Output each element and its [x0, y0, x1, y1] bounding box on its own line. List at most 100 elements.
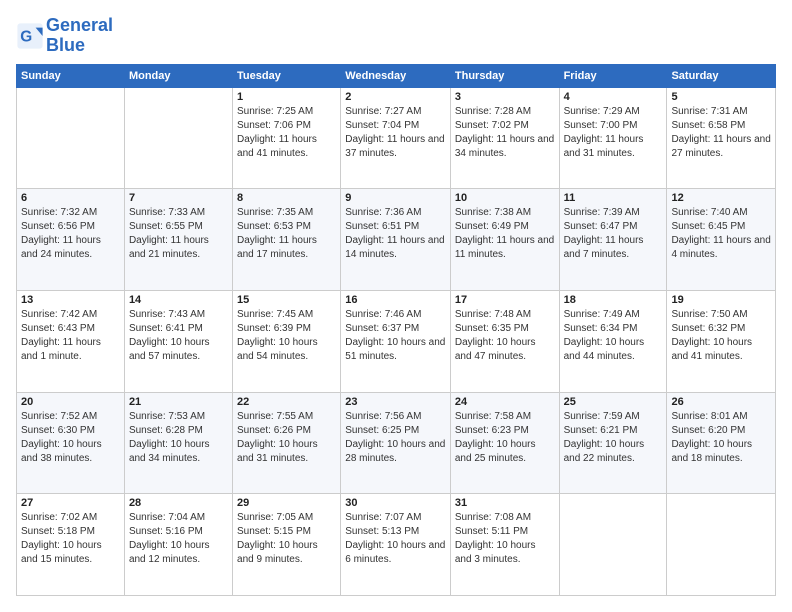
calendar-cell: 31Sunrise: 7:08 AMSunset: 5:11 PMDayligh…: [450, 494, 559, 596]
day-number: 20: [21, 396, 120, 408]
calendar-cell: 25 Sunrise: 7:59 AMSunset: 6:21 PMDayligh…: [559, 392, 667, 494]
day-info: Sunrise: 7:31 AMSunset: 6:58 PMDaylight:…: [671, 105, 771, 161]
day-info: Sunrise: 7:50 AMSunset: 6:32 PMDaylight:…: [671, 308, 771, 364]
calendar-header-row: SundayMondayTuesdayWednesdayThursdayFrid…: [17, 64, 776, 87]
calendar-cell: 1 Sunrise: 7:25 AMSunset: 7:06 PMDaylight…: [233, 87, 341, 189]
calendar-cell: 6 Sunrise: 7:32 AMSunset: 6:56 PMDaylight…: [17, 189, 125, 291]
calendar-cell: 13Sunrise: 7:42 AMSunset: 6:43 PMDayligh…: [17, 290, 125, 392]
day-info: Sunrise: 7:25 AMSunset: 7:06 PMDaylight:…: [237, 105, 336, 161]
calendar-week-3: 13Sunrise: 7:42 AMSunset: 6:43 PMDayligh…: [17, 290, 776, 392]
day-info: Sunrise: 7:40 AMSunset: 6:45 PMDaylight:…: [671, 206, 771, 262]
calendar-cell: 3 Sunrise: 7:28 AMSunset: 7:02 PMDaylight…: [450, 87, 559, 189]
day-info: Sunrise: 7:42 AMSunset: 6:43 PMDaylight:…: [21, 308, 120, 364]
calendar-cell: [17, 87, 125, 189]
day-info: Sunrise: 7:38 AMSunset: 6:49 PMDaylight:…: [455, 206, 555, 262]
day-info: Sunrise: 7:33 AMSunset: 6:55 PMDaylight:…: [129, 206, 228, 262]
day-number: 29: [237, 497, 336, 509]
day-number: 7: [129, 192, 228, 204]
day-number: 12: [671, 192, 771, 204]
calendar-cell: 30 Sunrise: 7:07 AMSunset: 5:13 PMDayligh…: [341, 494, 451, 596]
day-number: 28: [129, 497, 228, 509]
day-info: Sunrise: 7:29 AMSunset: 7:00 PMDaylight:…: [564, 105, 663, 161]
calendar-cell: 18 Sunrise: 7:49 AMSunset: 6:34 PMDayligh…: [559, 290, 667, 392]
calendar-week-5: 27Sunrise: 7:02 AMSunset: 5:18 PMDayligh…: [17, 494, 776, 596]
calendar-week-1: 1 Sunrise: 7:25 AMSunset: 7:06 PMDaylight…: [17, 87, 776, 189]
day-number: 18: [564, 294, 663, 306]
calendar-cell: [667, 494, 776, 596]
calendar-cell: 12 Sunrise: 7:40 AMSunset: 6:45 PMDayligh…: [667, 189, 776, 291]
calendar-cell: 15 Sunrise: 7:45 AMSunset: 6:39 PMDayligh…: [233, 290, 341, 392]
day-info: Sunrise: 7:04 AMSunset: 5:16 PMDaylight:…: [129, 511, 228, 567]
day-info: Sunrise: 7:55 AMSunset: 6:26 PMDaylight:…: [237, 410, 336, 466]
day-number: 24: [455, 396, 555, 408]
calendar-table: SundayMondayTuesdayWednesdayThursdayFrid…: [16, 64, 776, 596]
calendar-cell: 24 Sunrise: 7:58 AMSunset: 6:23 PMDayligh…: [450, 392, 559, 494]
calendar-header-tuesday: Tuesday: [233, 64, 341, 87]
day-info: Sunrise: 7:56 AMSunset: 6:25 PMDaylight:…: [345, 410, 446, 466]
calendar-header-sunday: Sunday: [17, 64, 125, 87]
calendar-cell: 17Sunrise: 7:48 AMSunset: 6:35 PMDayligh…: [450, 290, 559, 392]
calendar-cell: 26 Sunrise: 8:01 AMSunset: 6:20 PMDayligh…: [667, 392, 776, 494]
day-number: 9: [345, 192, 446, 204]
day-info: Sunrise: 7:02 AMSunset: 5:18 PMDaylight:…: [21, 511, 120, 567]
calendar-cell: 20 Sunrise: 7:52 AMSunset: 6:30 PMDayligh…: [17, 392, 125, 494]
day-number: 6: [21, 192, 120, 204]
day-info: Sunrise: 7:35 AMSunset: 6:53 PMDaylight:…: [237, 206, 336, 262]
day-info: Sunrise: 7:46 AMSunset: 6:37 PMDaylight:…: [345, 308, 446, 364]
calendar-header-saturday: Saturday: [667, 64, 776, 87]
calendar-cell: 10Sunrise: 7:38 AMSunset: 6:49 PMDayligh…: [450, 189, 559, 291]
logo-icon: G: [16, 22, 44, 50]
day-info: Sunrise: 7:07 AMSunset: 5:13 PMDaylight:…: [345, 511, 446, 567]
day-info: Sunrise: 7:53 AMSunset: 6:28 PMDaylight:…: [129, 410, 228, 466]
day-info: Sunrise: 8:01 AMSunset: 6:20 PMDaylight:…: [671, 410, 771, 466]
calendar-cell: 27Sunrise: 7:02 AMSunset: 5:18 PMDayligh…: [17, 494, 125, 596]
day-info: Sunrise: 7:39 AMSunset: 6:47 PMDaylight:…: [564, 206, 663, 262]
calendar-header-wednesday: Wednesday: [341, 64, 451, 87]
day-number: 31: [455, 497, 555, 509]
logo: G General Blue: [16, 16, 113, 56]
svg-text:G: G: [20, 28, 32, 45]
day-info: Sunrise: 7:52 AMSunset: 6:30 PMDaylight:…: [21, 410, 120, 466]
calendar-cell: 11 Sunrise: 7:39 AMSunset: 6:47 PMDayligh…: [559, 189, 667, 291]
day-number: 11: [564, 192, 663, 204]
day-info: Sunrise: 7:45 AMSunset: 6:39 PMDaylight:…: [237, 308, 336, 364]
calendar-cell: 4 Sunrise: 7:29 AMSunset: 7:00 PMDaylight…: [559, 87, 667, 189]
day-info: Sunrise: 7:32 AMSunset: 6:56 PMDaylight:…: [21, 206, 120, 262]
day-number: 3: [455, 91, 555, 103]
calendar-cell: 19Sunrise: 7:50 AMSunset: 6:32 PMDayligh…: [667, 290, 776, 392]
calendar-cell: 5 Sunrise: 7:31 AMSunset: 6:58 PMDaylight…: [667, 87, 776, 189]
page: G General Blue SundayMondayTuesdayWednes…: [0, 0, 792, 612]
day-number: 15: [237, 294, 336, 306]
day-number: 22: [237, 396, 336, 408]
calendar-cell: 22 Sunrise: 7:55 AMSunset: 6:26 PMDayligh…: [233, 392, 341, 494]
calendar-week-2: 6 Sunrise: 7:32 AMSunset: 6:56 PMDaylight…: [17, 189, 776, 291]
header: G General Blue: [16, 16, 776, 56]
calendar-cell: 29 Sunrise: 7:05 AMSunset: 5:15 PMDayligh…: [233, 494, 341, 596]
calendar-cell: 21 Sunrise: 7:53 AMSunset: 6:28 PMDayligh…: [124, 392, 232, 494]
day-info: Sunrise: 7:59 AMSunset: 6:21 PMDaylight:…: [564, 410, 663, 466]
day-number: 16: [345, 294, 446, 306]
calendar-cell: 28 Sunrise: 7:04 AMSunset: 5:16 PMDayligh…: [124, 494, 232, 596]
day-info: Sunrise: 7:48 AMSunset: 6:35 PMDaylight:…: [455, 308, 555, 364]
day-number: 23: [345, 396, 446, 408]
calendar-cell: 2Sunrise: 7:27 AMSunset: 7:04 PMDaylight…: [341, 87, 451, 189]
day-number: 14: [129, 294, 228, 306]
day-info: Sunrise: 7:43 AMSunset: 6:41 PMDaylight:…: [129, 308, 228, 364]
calendar-header-monday: Monday: [124, 64, 232, 87]
day-number: 21: [129, 396, 228, 408]
calendar-cell: 8Sunrise: 7:35 AMSunset: 6:53 PMDaylight…: [233, 189, 341, 291]
day-number: 26: [671, 396, 771, 408]
day-number: 30: [345, 497, 446, 509]
day-info: Sunrise: 7:05 AMSunset: 5:15 PMDaylight:…: [237, 511, 336, 567]
day-info: Sunrise: 7:36 AMSunset: 6:51 PMDaylight:…: [345, 206, 446, 262]
day-number: 25: [564, 396, 663, 408]
day-info: Sunrise: 7:27 AMSunset: 7:04 PMDaylight:…: [345, 105, 446, 161]
calendar-cell: 9 Sunrise: 7:36 AMSunset: 6:51 PMDaylight…: [341, 189, 451, 291]
calendar-header-thursday: Thursday: [450, 64, 559, 87]
day-info: Sunrise: 7:58 AMSunset: 6:23 PMDaylight:…: [455, 410, 555, 466]
day-info: Sunrise: 7:49 AMSunset: 6:34 PMDaylight:…: [564, 308, 663, 364]
day-number: 4: [564, 91, 663, 103]
day-info: Sunrise: 7:28 AMSunset: 7:02 PMDaylight:…: [455, 105, 555, 161]
day-number: 5: [671, 91, 771, 103]
day-number: 1: [237, 91, 336, 103]
